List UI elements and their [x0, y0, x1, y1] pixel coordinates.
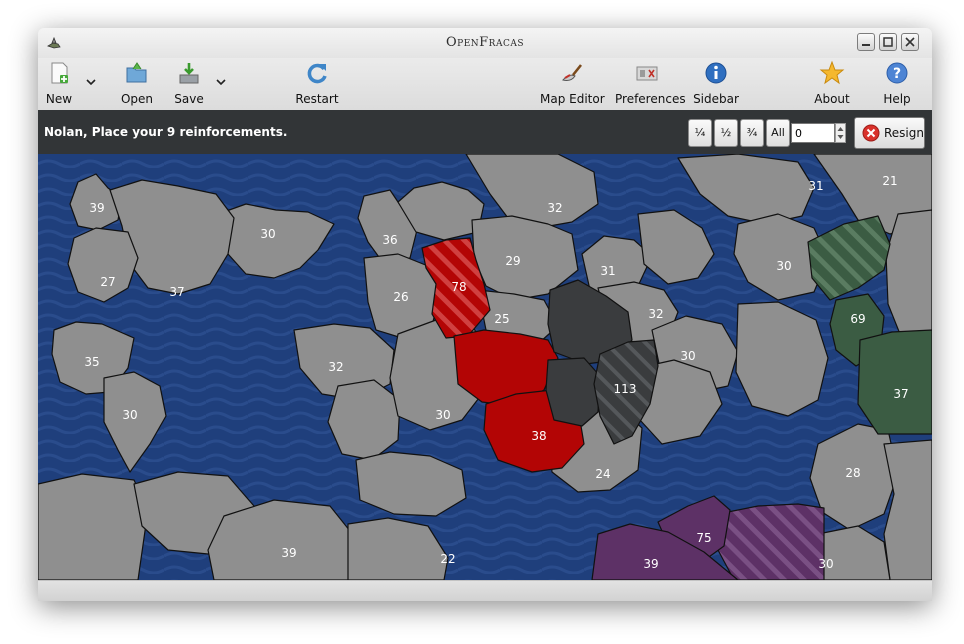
territory-sw-a[interactable]	[38, 473, 149, 580]
army-count: 31	[600, 264, 615, 278]
open-button[interactable]: Open	[118, 60, 156, 106]
save-dropdown-icon[interactable]	[216, 78, 226, 86]
army-count: 26	[393, 290, 408, 304]
new-document-icon	[51, 62, 68, 84]
map-editor-label: Map Editor	[540, 92, 605, 106]
army-count: 30	[260, 227, 275, 241]
resign-button[interactable]: Resign	[854, 117, 925, 149]
about-button[interactable]: About	[812, 60, 852, 106]
spinner-arrows-icon	[837, 127, 844, 139]
restart-label: Restart	[295, 92, 339, 106]
army-count: 30	[122, 408, 137, 422]
world-map[interactable]: 39 30 27 37 36 26 78 32 29 31 21 31 30 6…	[38, 154, 932, 580]
new-button[interactable]: New	[44, 60, 74, 106]
army-count: 22	[440, 552, 455, 566]
amount-spinner[interactable]	[835, 123, 846, 143]
territory-dark-b[interactable]	[545, 357, 601, 427]
army-count: 24	[595, 467, 610, 481]
all-button[interactable]: All	[766, 119, 790, 147]
quarter-button[interactable]: ¼	[688, 119, 712, 147]
maximize-icon	[883, 37, 893, 47]
info-icon	[705, 62, 727, 84]
new-dropdown-icon[interactable]	[86, 78, 96, 86]
paintbrush-icon	[562, 64, 583, 81]
app-window: OpenFracas New Open Save Restart Map Edi…	[38, 28, 932, 601]
minimize-icon	[862, 44, 870, 46]
territory-east-coast[interactable]	[735, 301, 829, 417]
maximize-button[interactable]	[879, 33, 897, 51]
army-count: 78	[451, 280, 466, 294]
army-count: 31	[808, 179, 823, 193]
cancel-icon	[862, 124, 880, 142]
help-label: Help	[883, 92, 911, 106]
army-count: 30	[435, 408, 450, 422]
army-count: 39	[281, 546, 296, 560]
three-quarters-button[interactable]: ¾	[740, 119, 764, 147]
new-label: New	[45, 92, 73, 106]
help-icon: ?	[886, 62, 908, 84]
army-count: 30	[680, 349, 695, 363]
reinforcement-amount-input[interactable]	[791, 123, 835, 143]
svg-text:?: ?	[893, 66, 901, 82]
save-icon	[179, 63, 199, 84]
army-count: 113	[614, 382, 637, 396]
status-message: Nolan, Place your 9 reinforcements.	[44, 125, 288, 139]
restart-icon	[307, 63, 327, 84]
army-count: 69	[850, 312, 865, 326]
army-count: 30	[818, 557, 833, 571]
army-count: 32	[648, 307, 663, 321]
army-count: 37	[169, 285, 184, 299]
army-count: 39	[89, 201, 104, 215]
army-count: 75	[696, 531, 711, 545]
territory-se[interactable]	[883, 439, 932, 580]
army-count: 36	[382, 233, 397, 247]
preferences-icon	[636, 66, 658, 81]
army-count: 21	[882, 174, 897, 188]
army-count: 25	[494, 312, 509, 326]
map-editor-button[interactable]: Map Editor	[540, 60, 605, 106]
restart-button[interactable]: Restart	[295, 60, 339, 106]
army-count: 28	[845, 466, 860, 480]
resign-label: Resign	[884, 126, 924, 140]
close-icon	[905, 37, 915, 47]
army-count: 32	[547, 201, 562, 215]
open-folder-icon	[126, 62, 147, 83]
territory-purple-hatch[interactable]	[717, 503, 825, 580]
territory-37b[interactable]	[857, 329, 932, 435]
sidebar-label: Sidebar	[693, 92, 739, 106]
bottom-status-strip	[38, 580, 932, 601]
army-count: 29	[505, 254, 520, 268]
army-count: 38	[531, 429, 546, 443]
army-count: 37	[893, 387, 908, 401]
army-count: 35	[84, 355, 99, 369]
open-label: Open	[120, 92, 154, 106]
half-button[interactable]: ½	[714, 119, 738, 147]
save-label: Save	[174, 92, 204, 106]
close-button[interactable]	[901, 33, 919, 51]
sidebar-button[interactable]: Sidebar	[693, 60, 739, 106]
about-label: About	[814, 92, 850, 106]
help-button[interactable]: ? Help	[879, 60, 915, 106]
title-bar[interactable]: OpenFracas	[38, 28, 932, 58]
toolbar: New Open Save Restart Map Editor Prefere…	[38, 58, 932, 110]
preferences-button[interactable]: Preferences	[615, 60, 686, 106]
star-icon	[819, 60, 845, 85]
minimize-button[interactable]	[857, 33, 875, 51]
army-count: 39	[643, 557, 658, 571]
army-count: 30	[776, 259, 791, 273]
preferences-label: Preferences	[615, 92, 686, 106]
window-title: OpenFracas	[445, 35, 524, 50]
save-button[interactable]: Save	[172, 60, 206, 106]
status-bar: Nolan, Place your 9 reinforcements. ¼ ½ …	[38, 110, 932, 154]
army-count: 27	[100, 275, 115, 289]
army-count: 32	[328, 360, 343, 374]
